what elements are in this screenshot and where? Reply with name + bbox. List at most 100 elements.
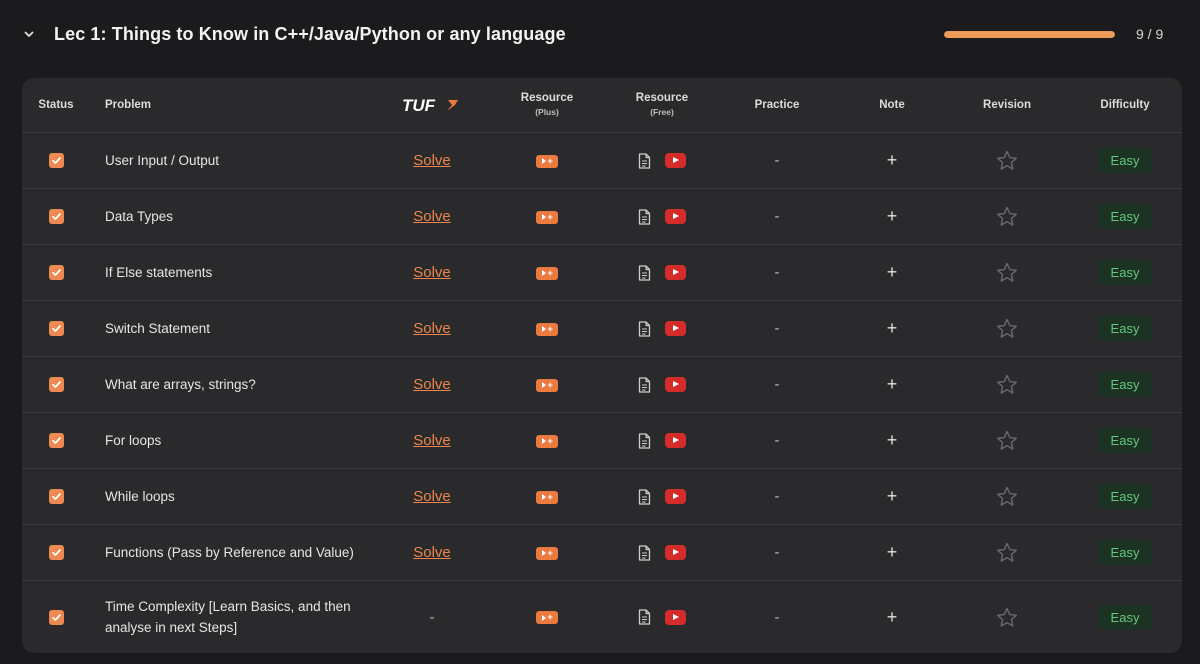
solve-link[interactable]: Solve <box>413 152 451 169</box>
table-row: What are arrays, strings? Solve + - + Ea… <box>22 356 1182 413</box>
revision-cell <box>946 468 1068 525</box>
youtube-icon[interactable] <box>665 265 686 281</box>
youtube-icon[interactable] <box>665 609 686 625</box>
problems-table-card: Status Problem TUF Resource (Plus) Resour… <box>22 78 1182 653</box>
plus-icon[interactable]: + <box>887 374 898 394</box>
difficulty-badge: Easy <box>1097 372 1153 397</box>
plus-icon[interactable]: + <box>887 206 898 226</box>
difficulty-badge: Easy <box>1097 540 1153 565</box>
star-icon[interactable] <box>996 542 1018 563</box>
youtube-icon[interactable] <box>665 377 686 393</box>
document-icon[interactable] <box>638 489 651 505</box>
practice-value: - <box>774 152 780 169</box>
solve-link[interactable]: Solve <box>413 320 451 337</box>
table-row: User Input / Output Solve + - + Easy <box>22 132 1182 189</box>
document-icon[interactable] <box>638 433 651 449</box>
document-icon[interactable] <box>638 209 651 225</box>
problem-name: While loops <box>90 468 378 525</box>
youtube-icon[interactable] <box>665 545 686 561</box>
checkbox-checked-icon[interactable] <box>48 489 64 505</box>
solve-link[interactable]: Solve <box>413 488 451 505</box>
checkbox-checked-icon[interactable] <box>48 433 64 449</box>
header-revision: Revision <box>946 78 1068 133</box>
document-icon[interactable] <box>638 265 651 281</box>
difficulty-badge: Easy <box>1097 204 1153 229</box>
play-plus-icon[interactable]: + <box>536 154 558 168</box>
star-icon[interactable] <box>996 318 1018 339</box>
plus-icon[interactable]: + <box>887 486 898 506</box>
checkbox-checked-icon[interactable] <box>48 377 64 393</box>
tuf-cell: Solve <box>378 300 486 357</box>
youtube-icon[interactable] <box>665 489 686 505</box>
table-row: If Else statements Solve + - + Easy <box>22 244 1182 301</box>
problem-name: For loops <box>90 412 378 469</box>
difficulty-badge: Easy <box>1097 604 1153 630</box>
star-icon[interactable] <box>996 607 1018 628</box>
play-plus-icon[interactable]: + <box>536 322 558 336</box>
solve-link[interactable]: Solve <box>413 208 451 225</box>
plus-icon[interactable]: + <box>887 542 898 562</box>
solve-link[interactable]: Solve <box>413 264 451 281</box>
solve-link[interactable]: Solve <box>413 544 451 561</box>
document-icon[interactable] <box>638 321 651 337</box>
youtube-icon[interactable] <box>665 321 686 337</box>
status-cell <box>22 188 90 245</box>
resource-plus-cell: + <box>486 300 608 357</box>
progress-bar <box>944 31 1115 38</box>
checkbox-checked-icon[interactable] <box>48 265 64 281</box>
plus-icon[interactable]: + <box>887 607 898 627</box>
plus-icon[interactable]: + <box>887 318 898 338</box>
play-plus-icon[interactable]: + <box>536 378 558 392</box>
star-icon[interactable] <box>996 374 1018 395</box>
note-cell: + <box>838 356 946 413</box>
document-icon[interactable] <box>638 377 651 393</box>
checkbox-checked-icon[interactable] <box>48 209 64 225</box>
play-plus-icon[interactable]: + <box>536 434 558 448</box>
practice-cell: - <box>716 468 838 525</box>
header-tuf-logo: TUF <box>378 78 486 133</box>
header-note: Note <box>838 78 946 133</box>
youtube-icon[interactable] <box>665 433 686 449</box>
document-icon[interactable] <box>638 545 651 561</box>
plus-icon[interactable]: + <box>887 262 898 282</box>
checkbox-checked-icon[interactable] <box>48 321 64 337</box>
star-icon[interactable] <box>996 262 1018 283</box>
practice-value: - <box>774 488 780 505</box>
note-cell: + <box>838 581 946 654</box>
tuf-cell: Solve <box>378 132 486 189</box>
youtube-icon[interactable] <box>665 209 686 225</box>
chevron-down-icon[interactable] <box>21 26 37 42</box>
table-header-row: Status Problem TUF Resource (Plus) Resour… <box>22 78 1182 133</box>
play-plus-icon[interactable]: + <box>536 266 558 280</box>
play-plus-icon[interactable]: + <box>536 490 558 504</box>
document-icon[interactable] <box>638 153 651 169</box>
play-plus-icon[interactable]: + <box>536 611 558 625</box>
document-icon[interactable] <box>638 609 651 625</box>
difficulty-badge: Easy <box>1097 316 1153 341</box>
table-body: User Input / Output Solve + - + Easy Dat… <box>22 132 1182 654</box>
problems-table: Status Problem TUF Resource (Plus) Resour… <box>22 78 1182 653</box>
plus-icon[interactable]: + <box>887 150 898 170</box>
checkbox-checked-icon[interactable] <box>48 609 64 625</box>
play-plus-icon[interactable]: + <box>536 546 558 560</box>
play-plus-icon[interactable]: + <box>536 210 558 224</box>
checkbox-checked-icon[interactable] <box>48 153 64 169</box>
note-cell: + <box>838 300 946 357</box>
star-icon[interactable] <box>996 486 1018 507</box>
resource-plus-cell: + <box>486 188 608 245</box>
solve-link[interactable]: Solve <box>413 432 451 449</box>
star-icon[interactable] <box>996 206 1018 227</box>
checkbox-checked-icon[interactable] <box>48 545 64 561</box>
tuf-cell: Solve <box>378 188 486 245</box>
solve-link[interactable]: Solve <box>413 376 451 393</box>
status-cell <box>22 300 90 357</box>
practice-value: - <box>774 432 780 449</box>
star-icon[interactable] <box>996 150 1018 171</box>
difficulty-cell: Easy <box>1068 581 1182 654</box>
star-icon[interactable] <box>996 430 1018 451</box>
header-difficulty: Difficulty <box>1068 78 1182 133</box>
plus-icon[interactable]: + <box>887 430 898 450</box>
resource-plus-cell: + <box>486 244 608 301</box>
youtube-icon[interactable] <box>665 153 686 169</box>
status-cell <box>22 581 90 654</box>
